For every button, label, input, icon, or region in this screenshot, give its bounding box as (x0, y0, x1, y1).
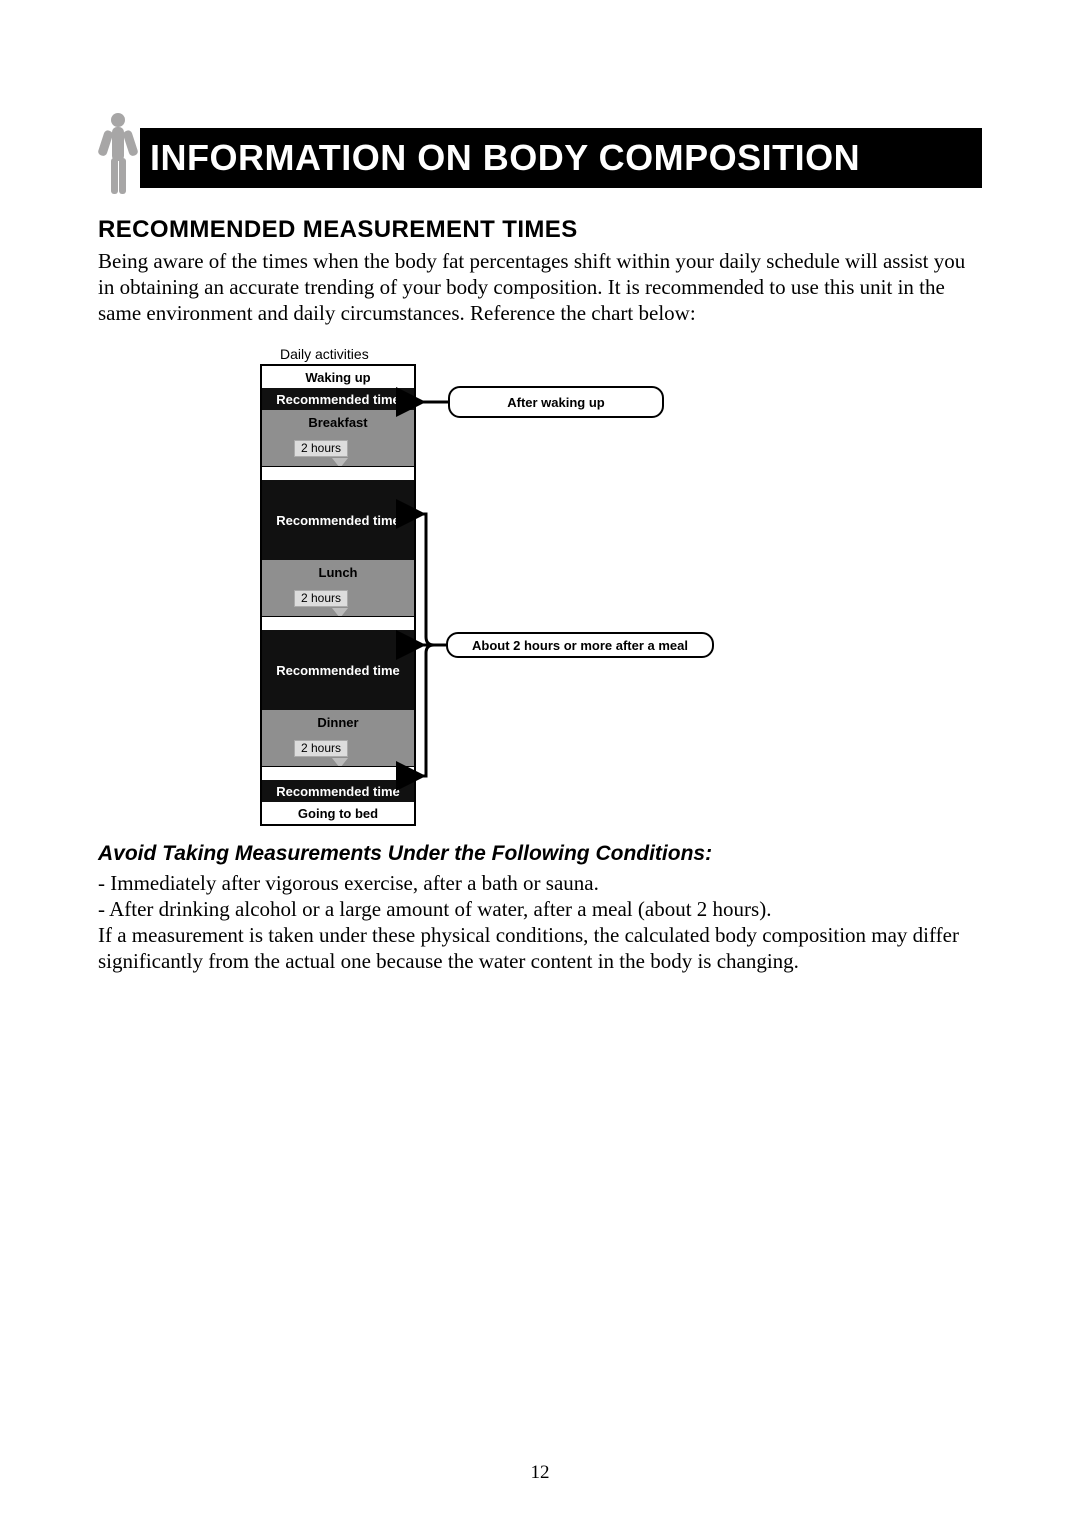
row-recommended-1: Recommended time (262, 388, 414, 410)
measurement-times-diagram: Daily activities Waking up Recommended t… (250, 346, 830, 816)
page: INFORMATION ON BODY COMPOSITION RECOMMEN… (0, 0, 1080, 1528)
row-gap-2: 2 hours (262, 584, 414, 616)
diagram-column-label: Daily activities (280, 346, 369, 362)
row-going-to-bed: Going to bed (262, 802, 414, 824)
row-lunch: Lunch (262, 560, 414, 584)
callout-after-waking: After waking up (448, 386, 664, 418)
avoid-paragraph: If a measurement is taken under these ph… (98, 922, 982, 974)
row-gap-1: 2 hours (262, 434, 414, 466)
row-recommended-3: Recommended time (262, 630, 414, 710)
row-dinner: Dinner (262, 710, 414, 734)
row-waking-up: Waking up (262, 366, 414, 388)
row-recommended-2: Recommended time (262, 480, 414, 560)
hours-chip: 2 hours (294, 590, 348, 607)
avoid-bullet-1: - Immediately after vigorous exercise, a… (98, 870, 982, 896)
row-breakfast: Breakfast (262, 410, 414, 434)
page-number: 12 (0, 1462, 1080, 1484)
row-gap-2-end (262, 616, 414, 630)
row-gap-1-end (262, 466, 414, 480)
section-heading-avoid: Avoid Taking Measurements Under the Foll… (98, 842, 982, 866)
page-header: INFORMATION ON BODY COMPOSITION (98, 110, 982, 200)
page-title: INFORMATION ON BODY COMPOSITION (140, 128, 982, 188)
hours-chip: 2 hours (294, 740, 348, 757)
row-gap-3: 2 hours (262, 734, 414, 766)
avoid-bullet-2: - After drinking alcohol or a large amou… (98, 896, 982, 922)
timeline-column: Waking up Recommended time Breakfast 2 h… (260, 364, 416, 826)
callout-after-meal: About 2 hours or more after a meal (446, 632, 714, 658)
row-recommended-4: Recommended time (262, 780, 414, 802)
section-paragraph: Being aware of the times when the body f… (98, 248, 982, 326)
hours-chip: 2 hours (294, 440, 348, 457)
row-gap-3-end (262, 766, 414, 780)
diagram-container: Daily activities Waking up Recommended t… (98, 346, 982, 816)
human-figure-icon (98, 110, 138, 200)
section-heading-times: RECOMMENDED MEASUREMENT TIMES (98, 216, 982, 244)
